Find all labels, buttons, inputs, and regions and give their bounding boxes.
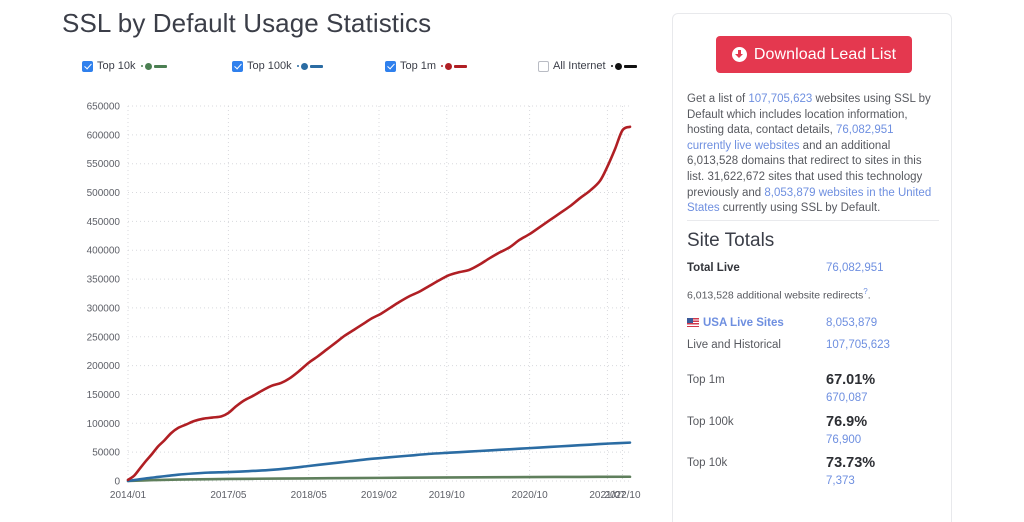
redirects-note-tail: . xyxy=(868,290,871,302)
chart-legend: Top 10k Top 100k Top 1m All Internet xyxy=(82,57,642,77)
legend-large-dot-icon xyxy=(301,63,308,70)
legend-line-icon xyxy=(310,65,323,68)
legend-item-label: All Internet xyxy=(553,60,606,72)
live-and-historical-row: Live and Historical 107,705,623 xyxy=(687,339,939,355)
top-10k-count[interactable]: 7,373 xyxy=(826,475,855,487)
y-axis-tick-label: 500000 xyxy=(87,188,121,199)
y-axis-tick-label: 0 xyxy=(114,477,120,488)
usa-live-sites-label[interactable]: USA Live Sites xyxy=(703,317,784,329)
checkbox-icon[interactable] xyxy=(232,61,243,72)
legend-item-label: Top 1m xyxy=(400,60,436,72)
blurb-text-1: Get a list of xyxy=(687,93,748,105)
legend-item-label: Top 10k xyxy=(97,60,136,72)
checkbox-icon[interactable] xyxy=(385,61,396,72)
legend-item-top-1m[interactable]: Top 1m xyxy=(385,57,467,75)
card-divider xyxy=(687,220,939,221)
live-and-historical-label: Live and Historical xyxy=(687,339,781,351)
y-axis-tick-label: 100000 xyxy=(87,419,121,430)
legend-large-dot-icon xyxy=(145,63,152,70)
usa-live-sites-row: USA Live Sites 8,053,879 xyxy=(687,317,939,333)
download-button-label: Download Lead List xyxy=(754,46,896,64)
checkbox-icon[interactable] xyxy=(538,61,549,72)
top-10k-label: Top 10k xyxy=(687,457,727,469)
y-axis-tick-label: 50000 xyxy=(92,448,120,459)
chart-line-top-100k xyxy=(128,443,630,481)
legend-item-top-100k[interactable]: Top 100k xyxy=(232,57,323,75)
y-axis-tick-label: 650000 xyxy=(87,102,121,113)
y-axis-tick-label: 200000 xyxy=(87,361,121,372)
top-10k-row: Top 10k 73.73% xyxy=(687,457,939,473)
live-and-historical-value[interactable]: 107,705,623 xyxy=(826,339,890,351)
site-totals-heading: Site Totals xyxy=(687,230,774,252)
y-axis-tick-label: 600000 xyxy=(87,130,121,141)
top-1m-count[interactable]: 670,087 xyxy=(826,392,868,404)
checkbox-icon[interactable] xyxy=(82,61,93,72)
page-root: SSL by Default Usage Statistics Top 10kT… xyxy=(0,0,1024,522)
top-100k-label: Top 100k xyxy=(687,416,734,428)
top-100k-count[interactable]: 76,900 xyxy=(826,434,861,446)
blurb-text-4: currently using SSL by Default. xyxy=(720,202,881,214)
download-circle-icon xyxy=(732,47,747,62)
legend-small-dot-icon xyxy=(141,65,143,67)
lead-list-description: Get a list of 107,705,623 websites using… xyxy=(687,92,939,217)
x-axis-tick-label: 2014/01 xyxy=(110,490,147,501)
y-axis-tick-label: 300000 xyxy=(87,303,121,314)
legend-line-icon xyxy=(454,65,467,68)
page-title: SSL by Default Usage Statistics xyxy=(62,8,431,39)
legend-series-marker xyxy=(611,63,637,70)
legend-large-dot-icon xyxy=(445,63,452,70)
legend-line-icon xyxy=(154,65,167,68)
total-historical-link[interactable]: 107,705,623 xyxy=(748,93,812,105)
top-1m-count-row: 670,087 xyxy=(687,392,939,408)
legend-series-marker xyxy=(441,63,467,70)
x-axis-tick-label: 2017/05 xyxy=(210,490,247,501)
usa-flag-icon xyxy=(687,318,699,327)
y-axis-tick-label: 150000 xyxy=(87,390,121,401)
redirects-note: 6,013,528 additional website redirects?. xyxy=(687,287,947,302)
legend-small-dot-icon xyxy=(441,65,443,67)
y-axis-tick-label: 450000 xyxy=(87,217,121,228)
lead-list-card: Download Lead List Get a list of 107,705… xyxy=(672,13,952,522)
top-1m-percent: 67.01% xyxy=(826,372,875,388)
chart-panel: SSL by Default Usage Statistics Top 10kT… xyxy=(0,0,665,522)
line-chart-plot: 0 50000 100000 150000 200000 250000 300000 3500… xyxy=(62,96,662,506)
y-axis-tick-label: 400000 xyxy=(87,246,121,257)
redirects-note-text: 6,013,528 additional website redirects xyxy=(687,290,863,302)
top-100k-row: Top 100k 76.9% xyxy=(687,416,939,432)
total-live-value[interactable]: 76,082,951 xyxy=(826,262,884,274)
legend-series-marker xyxy=(297,63,323,70)
x-axis-tick-label: 2019/10 xyxy=(429,490,466,501)
chart-svg: 0 50000 100000 150000 200000 250000 300000 3500… xyxy=(62,96,662,506)
y-axis-tick-label: 250000 xyxy=(87,332,121,343)
legend-small-dot-icon xyxy=(611,65,613,67)
top-100k-count-row: 76,900 xyxy=(687,434,939,450)
total-live-label: Total Live xyxy=(687,262,740,274)
usa-live-sites-value[interactable]: 8,053,879 xyxy=(826,317,877,329)
legend-large-dot-icon xyxy=(615,63,622,70)
x-axis-tick-label: 2019/02 xyxy=(361,490,398,501)
chart-line-top-10k xyxy=(128,477,630,481)
x-axis-tick-label: 2020/10 xyxy=(512,490,549,501)
legend-item-all-internet[interactable]: All Internet xyxy=(538,57,637,75)
y-axis-tick-label: 350000 xyxy=(87,275,121,286)
x-axis-tick-label: 2018/05 xyxy=(291,490,328,501)
legend-line-icon xyxy=(624,65,637,68)
legend-series-marker xyxy=(141,63,167,70)
download-lead-list-button[interactable]: Download Lead List xyxy=(716,36,912,73)
legend-small-dot-icon xyxy=(297,65,299,67)
legend-item-top-10k[interactable]: Top 10k xyxy=(82,57,167,75)
top-10k-count-row: 7,373 xyxy=(687,475,939,491)
x-axis-tick-label: 2022/10 xyxy=(604,490,641,501)
top-10k-percent: 73.73% xyxy=(826,455,875,471)
total-live-row: Total Live 76,082,951 xyxy=(687,262,939,278)
y-axis-tick-label: 550000 xyxy=(87,159,121,170)
top-100k-percent: 76.9% xyxy=(826,414,867,430)
legend-item-label: Top 100k xyxy=(247,60,292,72)
top-1m-row: Top 1m 67.01% xyxy=(687,374,939,390)
top-1m-label: Top 1m xyxy=(687,374,725,386)
